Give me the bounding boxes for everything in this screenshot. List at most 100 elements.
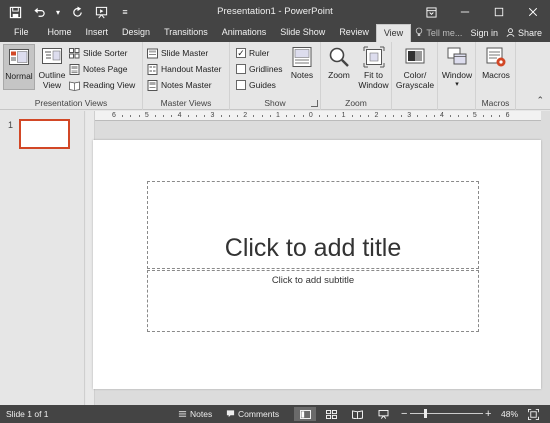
guides-checkbox[interactable]: Guides xyxy=(236,78,276,92)
outline-view-button[interactable]: Outline View xyxy=(36,44,68,100)
slide-sorter-button[interactable]: Slide Sorter xyxy=(69,46,127,60)
zoom-label: Zoom xyxy=(328,70,350,80)
minimize-icon[interactable] xyxy=(448,0,482,24)
zoom-slider[interactable] xyxy=(410,413,483,414)
redo-icon[interactable] xyxy=(68,3,86,21)
zoom-out-button[interactable]: − xyxy=(401,405,407,423)
subtitle-placeholder-text: Click to add subtitle xyxy=(271,275,355,286)
ruler-tick xyxy=(392,115,394,117)
tell-me-label: Tell me... xyxy=(426,28,463,38)
slide-master-button[interactable]: Slide Master xyxy=(147,46,208,60)
ruler-tick xyxy=(302,115,304,117)
fit-to-window-button[interactable]: Fit to Window xyxy=(357,44,390,96)
normal-view-button[interactable]: Normal xyxy=(3,44,35,90)
macros-icon xyxy=(486,47,506,67)
save-icon[interactable] xyxy=(6,3,24,21)
ruler-tick xyxy=(351,115,353,117)
ruler-tick xyxy=(294,115,296,117)
slide-sorter-label: Slide Sorter xyxy=(83,48,128,58)
customize-qat-icon[interactable]: ≡ xyxy=(116,3,134,21)
ruler-tick xyxy=(130,115,132,117)
tab-view[interactable]: View xyxy=(375,24,412,42)
tab-review[interactable]: Review xyxy=(332,24,376,42)
normal-view-icon xyxy=(9,49,29,65)
fit-slide-status-icon[interactable] xyxy=(528,405,539,423)
ruler-label: 6 xyxy=(505,112,510,119)
notes-toggle[interactable]: Notes xyxy=(178,405,212,423)
tab-home[interactable]: Home xyxy=(41,24,79,42)
ruler-tick xyxy=(368,115,370,117)
title-placeholder-text: Click to add title xyxy=(224,234,402,262)
slide-thumbnail[interactable] xyxy=(19,119,70,149)
ruler-tick xyxy=(286,115,288,117)
tell-me-box[interactable]: Tell me... xyxy=(415,27,462,39)
color-grayscale-label: Color/ Grayscale xyxy=(395,70,435,90)
notes-page-icon xyxy=(69,63,80,75)
tab-slide-show[interactable]: Slide Show xyxy=(273,24,332,42)
color-grayscale-button[interactable]: Color/ Grayscale xyxy=(394,44,436,96)
outline-view-icon xyxy=(42,48,62,64)
zoom-in-button[interactable]: + xyxy=(485,405,491,423)
tab-file[interactable]: File xyxy=(0,24,41,42)
zoom-slider-thumb[interactable] xyxy=(424,409,428,418)
maximize-icon[interactable] xyxy=(482,0,516,24)
notes-page-button[interactable]: Notes Page xyxy=(69,62,127,76)
slide-canvas[interactable]: Click to add title Click to add subtitle xyxy=(93,140,541,389)
reading-view-status-icon[interactable] xyxy=(346,407,368,421)
normal-view-status-icon[interactable] xyxy=(294,407,316,421)
reading-view-label: Reading View xyxy=(83,80,136,90)
slide-number: 1 xyxy=(8,120,14,130)
gridlines-checkbox[interactable]: Gridlines xyxy=(236,62,283,76)
zoom-button[interactable]: Zoom xyxy=(324,44,354,84)
normal-view-label: Normal xyxy=(5,71,33,81)
zoom-percentage[interactable]: 48% xyxy=(501,405,518,423)
share-button[interactable]: Share xyxy=(506,27,542,39)
notes-master-label: Notes Master xyxy=(161,80,212,90)
ruler-tick xyxy=(155,115,156,117)
ruler-label: 5 xyxy=(472,112,477,119)
title-placeholder[interactable]: Click to add title xyxy=(147,181,479,269)
ruler-tick xyxy=(220,115,222,117)
macros-group-label: Macros xyxy=(481,98,510,108)
slide-sorter-status-icon[interactable] xyxy=(320,407,342,421)
ribbon: Normal Outline View Slide Sorter Notes P… xyxy=(0,42,550,110)
macros-label: Macros xyxy=(482,70,510,80)
notes-master-button[interactable]: Notes Master xyxy=(147,78,212,92)
slide-show-status-icon[interactable] xyxy=(372,407,394,421)
tab-transitions[interactable]: Transitions xyxy=(157,24,215,42)
ruler-label: 0 xyxy=(308,112,313,119)
notes-status-label: Notes xyxy=(190,409,213,419)
person-icon xyxy=(506,27,515,39)
sign-in-link[interactable]: Sign in xyxy=(470,28,498,38)
close-icon[interactable] xyxy=(516,0,550,24)
window-controls xyxy=(414,0,550,24)
window-button[interactable]: Window ▾ xyxy=(440,44,474,96)
fit-to-window-label: Fit to Window xyxy=(358,70,389,90)
share-label: Share xyxy=(517,28,542,38)
tab-animations[interactable]: Animations xyxy=(215,24,274,42)
handout-master-button[interactable]: Handout Master xyxy=(147,62,221,76)
notes-button[interactable]: Notes xyxy=(288,44,316,84)
ruler-tick xyxy=(261,115,263,117)
slide-sorter-icon xyxy=(69,47,80,58)
undo-dropdown-icon[interactable]: ▾ xyxy=(54,3,62,21)
ruler-checkbox[interactable]: ✓ Ruler xyxy=(236,46,269,60)
presentation-views-group-label: Presentation Views xyxy=(34,98,108,108)
ruler-tick xyxy=(163,115,165,117)
window-icon xyxy=(447,47,467,65)
comments-toggle[interactable]: Comments xyxy=(226,405,279,423)
tab-insert[interactable]: Insert xyxy=(79,24,116,42)
ribbon-display-options-icon[interactable] xyxy=(414,0,448,24)
macros-button[interactable]: Macros xyxy=(479,44,513,84)
group-zoom: Zoom Fit to Window Zoom xyxy=(321,42,392,110)
subtitle-placeholder[interactable]: Click to add subtitle xyxy=(147,270,479,332)
tab-design[interactable]: Design xyxy=(115,24,157,42)
slideshow-from-start-icon[interactable] xyxy=(92,3,110,21)
ruler-tick xyxy=(237,115,238,117)
collapse-ribbon-icon[interactable]: ⌃ xyxy=(536,95,544,106)
ruler-tick xyxy=(433,115,435,117)
reading-view-button[interactable]: Reading View xyxy=(69,78,135,92)
ruler-tick xyxy=(466,115,468,117)
gridlines-check-icon xyxy=(236,64,246,74)
undo-icon[interactable] xyxy=(30,3,48,21)
